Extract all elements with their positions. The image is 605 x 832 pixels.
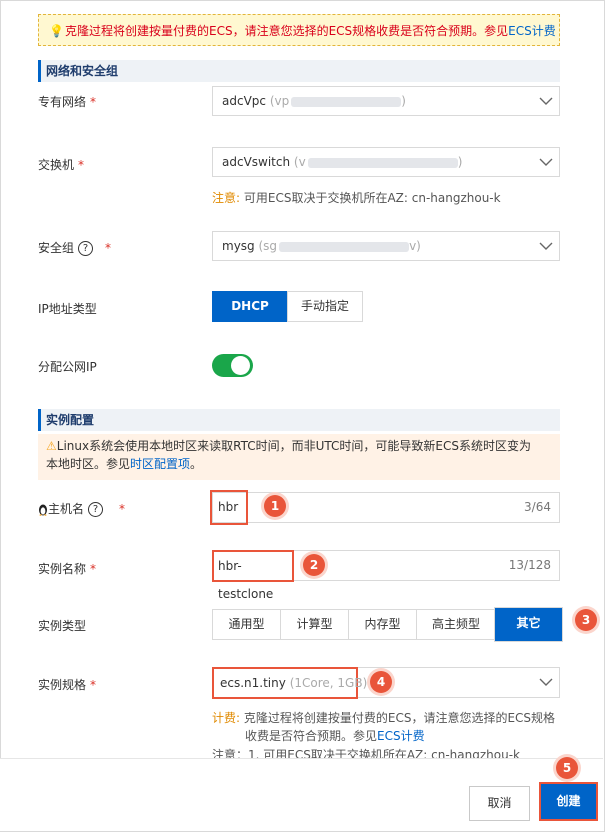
- hostname-char-count: 3/64: [524, 500, 551, 514]
- instance-spec-detail: (1Core, 1GB): [289, 676, 368, 690]
- required-mark: *: [105, 241, 112, 255]
- vpc-value: adcVpc: [222, 94, 266, 108]
- step-badge-2: 2: [303, 554, 325, 576]
- instance-section-header: 实例配置: [38, 409, 560, 431]
- vswitch-id-prefix: (v: [293, 155, 306, 169]
- timezone-warning-suffix: 。: [190, 457, 203, 471]
- security-group-value: mysg: [222, 239, 255, 253]
- required-mark: *: [119, 502, 126, 516]
- cancel-button[interactable]: 取消: [469, 786, 530, 821]
- chevron-down-icon: [539, 158, 553, 166]
- security-group-id-suffix: v): [409, 239, 421, 253]
- hostname-label: 主机名? *: [38, 500, 125, 517]
- ecs-billing-link[interactable]: ECS计费: [377, 729, 425, 743]
- security-group-id-prefix: (sg: [258, 239, 278, 253]
- timezone-config-link[interactable]: 时区配置项: [130, 457, 190, 471]
- timezone-warning-line2: 本地时区。参见时区配置项。: [46, 455, 552, 473]
- timezone-warning-line1: ⚠Linux系统会使用本地时区来读取RTC时间，而非UTC时间，可能导致新ECS…: [46, 437, 552, 455]
- required-mark: *: [90, 678, 97, 692]
- vswitch-label-text: 交换机: [38, 158, 75, 172]
- vswitch-value: adcVswitch: [222, 155, 291, 169]
- instance-name-char-count: 13/128: [508, 558, 551, 572]
- vswitch-note: 注意: 可用ECS取决于交换机所在AZ: cn-hangzhou-k: [212, 189, 501, 206]
- vpc-select[interactable]: adcVpc (vp): [212, 86, 560, 116]
- ecs-billing-link[interactable]: ECS计费: [508, 24, 556, 38]
- instance-spec-label-text: 实例规格: [38, 678, 87, 692]
- type-general[interactable]: 通用型: [212, 609, 281, 640]
- timezone-warning-text: Linux系统会使用本地时区来读取RTC时间，而非UTC时间，可能导致新ECS系…: [56, 439, 531, 453]
- ip-type-label: IP地址类型: [38, 302, 97, 316]
- security-group-select[interactable]: mysg (sg v): [212, 231, 560, 261]
- public-ip-toggle[interactable]: [212, 354, 253, 377]
- timezone-warning: ⚠Linux系统会使用本地时区来读取RTC时间，而非UTC时间，可能导致新ECS…: [38, 434, 560, 480]
- timezone-warning-prefix: 本地时区。参见: [46, 457, 131, 471]
- help-icon[interactable]: ?: [78, 241, 94, 256]
- instance-section-title: 实例配置: [46, 413, 95, 427]
- instance-name-label-text: 实例名称: [38, 562, 87, 576]
- security-group-label-text: 安全组: [38, 241, 75, 255]
- section-accent-bar: [38, 409, 41, 431]
- vswitch-label: 交换机 *: [38, 156, 84, 173]
- hostname-value-highlight[interactable]: hbr: [210, 490, 248, 525]
- vswitch-select[interactable]: adcVswitch (v): [212, 147, 560, 177]
- chevron-down-icon: [539, 678, 553, 686]
- step-badge-4: 4: [370, 671, 392, 693]
- required-mark: *: [78, 158, 85, 172]
- redacted-id: [291, 96, 402, 107]
- spec-note-line2: 收费是否符合预期。参见: [245, 729, 378, 743]
- spec-note-line1: 克隆过程将创建按量付费的ECS，请注意您选择的ECS规格: [243, 711, 556, 725]
- help-icon[interactable]: ?: [88, 502, 104, 517]
- vpc-label: 专有网络 *: [38, 93, 96, 110]
- required-mark: *: [90, 562, 97, 576]
- vpc-label-text: 专有网络: [38, 95, 87, 109]
- instance-spec-label: 实例规格 *: [38, 676, 96, 693]
- section-accent-bar: [38, 60, 41, 82]
- instance-name-label: 实例名称 *: [38, 560, 96, 577]
- instance-name-value-highlight[interactable]: hbr-testclone: [212, 550, 294, 601]
- warning-icon: ⚠: [46, 439, 57, 453]
- note-key: 计费:: [212, 711, 241, 725]
- create-button[interactable]: 创建: [539, 782, 598, 821]
- redacted-id: [307, 157, 458, 168]
- vpc-id-prefix: (vp: [269, 94, 290, 108]
- type-memory[interactable]: 内存型: [348, 609, 417, 640]
- public-ip-label: 分配公网IP: [38, 360, 97, 374]
- hostname-label-text: 主机名: [48, 502, 85, 516]
- chevron-down-icon: [539, 97, 553, 105]
- lightbulb-icon: 💡: [49, 24, 64, 38]
- required-mark: *: [90, 95, 97, 109]
- redacted-id: [279, 241, 410, 252]
- toggle-knob: [231, 356, 250, 375]
- type-high-frequency[interactable]: 高主频型: [416, 609, 496, 640]
- chevron-down-icon: [539, 242, 553, 250]
- vswitch-id-suffix: ): [457, 155, 463, 169]
- instance-spec-value-highlight[interactable]: ecs.n1.tiny (1Core, 1GB): [212, 667, 367, 699]
- billing-warning-banner: 💡克隆过程将创建按量付费的ECS，请注意您选择的ECS规格收费是否符合预期。参见…: [38, 14, 560, 46]
- step-badge-1: 1: [264, 495, 286, 517]
- network-section-header: 网络和安全组: [38, 60, 560, 82]
- security-group-label: 安全组? *: [38, 239, 111, 256]
- step-badge-5: 5: [556, 757, 578, 779]
- linux-tux-icon: [39, 504, 47, 516]
- type-other[interactable]: 其它: [494, 607, 563, 642]
- instance-type-label: 实例类型: [38, 619, 87, 633]
- step-badge-3: 3: [575, 609, 597, 631]
- ip-type-dhcp[interactable]: DHCP: [212, 291, 288, 322]
- network-section-title: 网络和安全组: [46, 64, 119, 78]
- note-text: 可用ECS取决于交换机所在AZ: cn-hangzhou-k: [243, 191, 501, 205]
- type-compute[interactable]: 计算型: [280, 609, 349, 640]
- spec-billing-note: 计费: 克隆过程将创建按量付费的ECS，请注意您选择的ECS规格 收费是否符合预…: [212, 709, 555, 745]
- vpc-id-suffix: ): [401, 94, 406, 108]
- note-key: 注意:: [212, 191, 241, 205]
- ip-type-manual[interactable]: 手动指定: [287, 291, 363, 322]
- billing-warning-text: 克隆过程将创建按量付费的ECS，请注意您选择的ECS规格收费是否符合预期。参见: [65, 24, 509, 38]
- instance-spec-value: ecs.n1.tiny: [220, 676, 286, 690]
